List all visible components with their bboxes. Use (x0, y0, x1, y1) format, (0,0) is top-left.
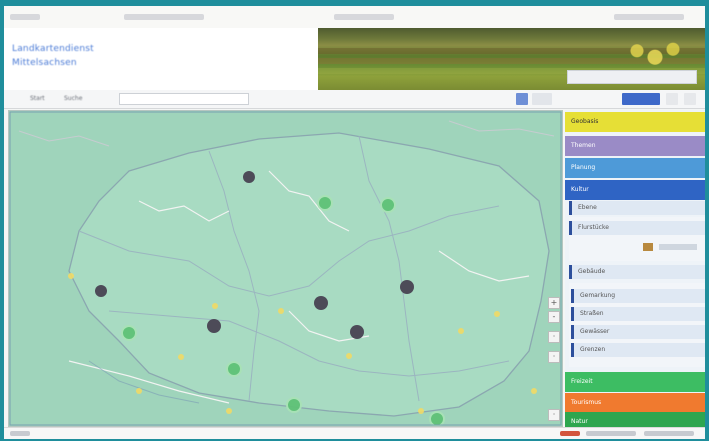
toolbar-button[interactable] (666, 93, 678, 105)
layer-item[interactable]: Grenzen (571, 343, 705, 357)
zoom-out-button[interactable]: - (548, 311, 560, 323)
layer-item[interactable]: Gewässer (571, 325, 705, 339)
site-title-line1: Landkartendienst (12, 44, 94, 54)
toolbar-search[interactable]: Suche (64, 94, 82, 103)
toolbar-start[interactable]: Start (30, 94, 45, 103)
section-freizeit[interactable]: Freizeit (565, 372, 705, 392)
city-marker[interactable] (350, 325, 364, 339)
zoom-tool-button[interactable]: · (548, 351, 560, 363)
status-blur (644, 431, 694, 436)
address-blur (124, 14, 204, 20)
layer-subpanel: Gemarkung Straßen Gewässer Grenzen (569, 283, 705, 367)
city-marker[interactable] (400, 280, 414, 294)
layer-swatch (643, 243, 653, 251)
layer-item[interactable]: Straßen (571, 307, 705, 321)
city-marker[interactable] (243, 171, 255, 183)
green-marker[interactable] (429, 411, 445, 426)
site-title-line2: Mittelsachsen (12, 58, 77, 68)
layer-detail-panel: Flurstücke (569, 217, 705, 261)
toolbar-button[interactable] (622, 93, 660, 105)
layer-item[interactable]: Gebäude (569, 265, 705, 279)
city-marker[interactable] (207, 319, 221, 333)
green-marker[interactable] (121, 325, 137, 341)
green-marker[interactable] (380, 197, 396, 213)
site-banner: Landkartendienst Mittelsachsen (4, 28, 705, 90)
zoom-in-button[interactable]: + (548, 297, 560, 309)
search-input[interactable] (119, 93, 249, 105)
status-blur (586, 431, 636, 436)
banner-photo (318, 28, 705, 90)
status-bar (4, 427, 705, 439)
green-marker[interactable] (317, 195, 333, 211)
flowers (625, 38, 685, 70)
toolbar-button[interactable] (684, 93, 696, 105)
layer-item[interactable]: Flurstücke (569, 221, 705, 235)
section-kultur[interactable]: Kultur (565, 180, 705, 200)
toolbar-button[interactable] (532, 93, 552, 105)
map-svg (9, 111, 562, 426)
status-blur (10, 431, 30, 436)
browser-topbar (4, 6, 705, 29)
language-select[interactable] (567, 70, 697, 84)
section-geobasis[interactable]: Geobasis (565, 112, 705, 132)
address-blur (334, 14, 394, 20)
site-title[interactable]: Landkartendienst Mittelsachsen (12, 42, 94, 70)
layer-sidebar: Geobasis Themen Planung Kultur Ebene Flu… (565, 110, 705, 432)
section-planung[interactable]: Planung (565, 158, 705, 178)
zoom-tool-button[interactable]: · (548, 331, 560, 343)
address-blur (10, 14, 40, 20)
section-tourismus[interactable]: Tourismus (565, 393, 705, 413)
city-marker[interactable] (95, 285, 107, 297)
layer-item[interactable]: Gemarkung (571, 289, 705, 303)
city-marker[interactable] (314, 296, 328, 310)
map-canvas[interactable]: + - · · · (8, 110, 563, 427)
section-themen[interactable]: Themen (565, 136, 705, 156)
layer-item[interactable]: Ebene (569, 201, 705, 215)
address-blur (614, 14, 684, 20)
status-blur (560, 431, 580, 436)
zoom-tool-button[interactable]: · (548, 409, 560, 421)
layer-swatch (659, 244, 697, 250)
green-marker[interactable] (286, 397, 302, 413)
browser-window: Landkartendienst Mittelsachsen Start Suc… (4, 6, 705, 439)
toolbar-button[interactable] (516, 93, 528, 105)
green-marker[interactable] (226, 361, 242, 377)
map-toolbar: Start Suche (4, 90, 705, 109)
